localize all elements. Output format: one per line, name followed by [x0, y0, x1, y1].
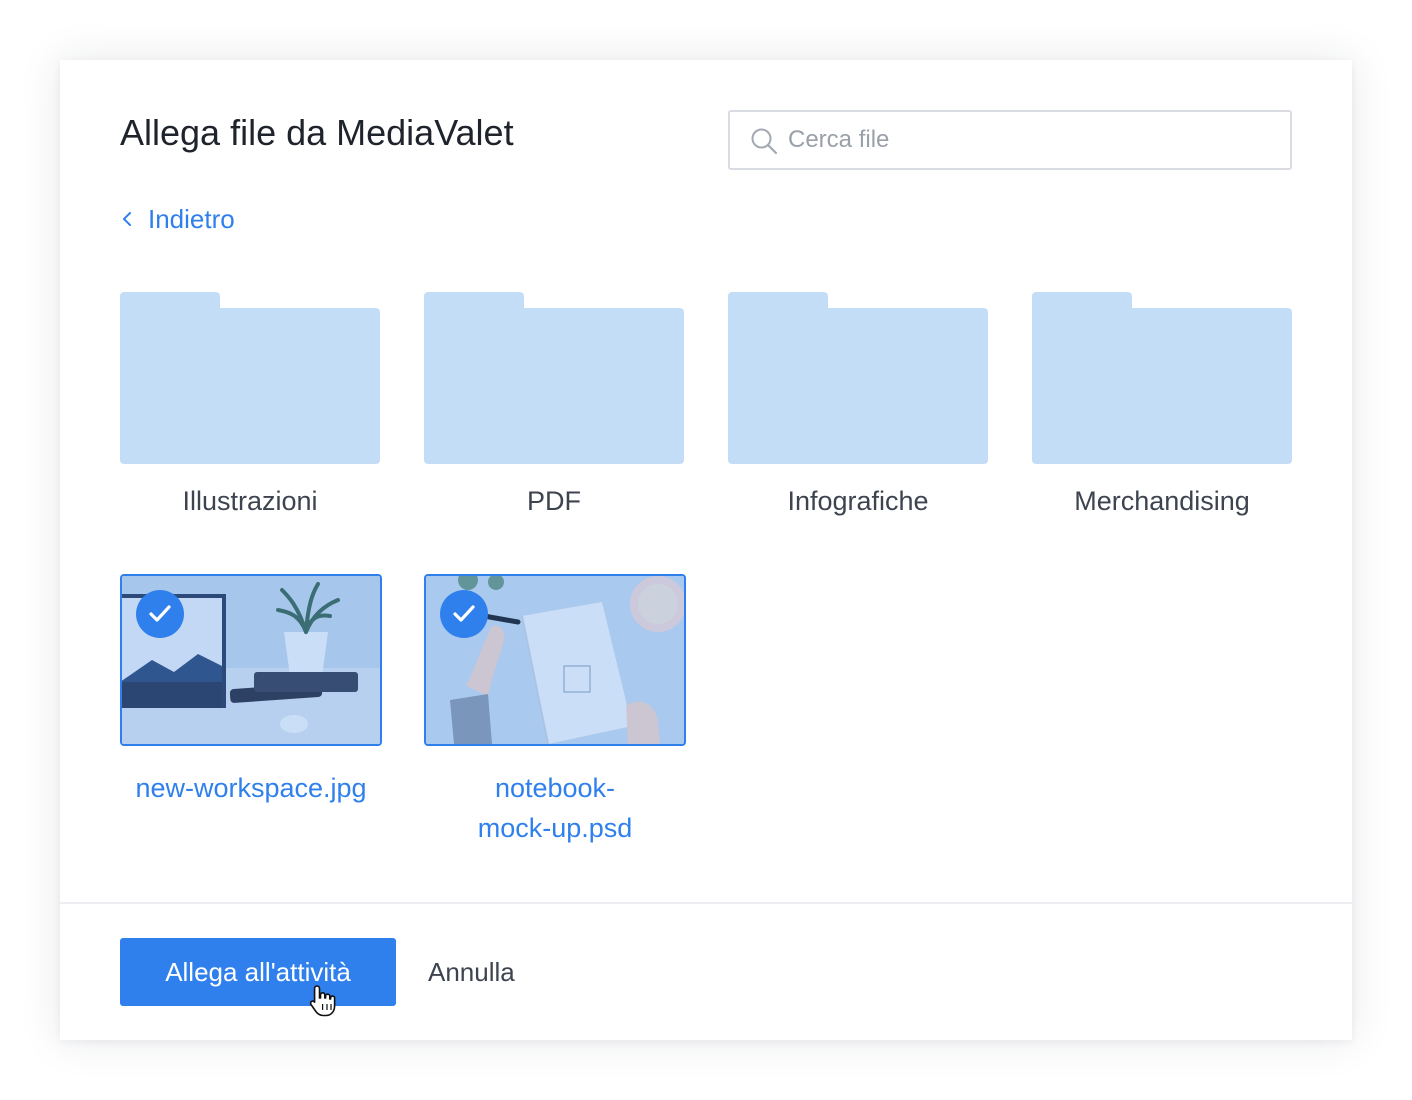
folder-item-illustrazioni[interactable]: Illustrazioni — [120, 292, 380, 517]
folder-icon — [120, 292, 380, 464]
folder-label: Illustrazioni — [182, 486, 318, 516]
search-icon — [751, 128, 778, 155]
selected-check-icon[interactable] — [136, 590, 184, 638]
hand-pointer-cursor-icon — [309, 985, 336, 1017]
attach-files-dialog: Allega file da MediaValet Indietro Illus… — [60, 60, 1352, 1040]
folder-icon — [424, 292, 684, 464]
back-link-label: Indietro — [148, 203, 235, 234]
search-input[interactable] — [788, 112, 1268, 168]
file-thumbnail — [120, 574, 382, 746]
file-name: notebook-mock-up.psd — [477, 773, 633, 843]
selected-check-icon[interactable] — [440, 590, 488, 638]
folder-label: Infografiche — [787, 486, 929, 516]
file-item-new-workspace[interactable]: new-workspace.jpg — [120, 574, 382, 808]
folder-label: Merchandising — [1074, 486, 1250, 516]
checkmark-icon — [149, 605, 171, 622]
folder-label: PDF — [527, 486, 581, 516]
search-box[interactable] — [728, 110, 1292, 170]
folder-item-infografiche[interactable]: Infografiche — [728, 292, 988, 517]
cancel-button[interactable]: Annulla — [428, 938, 515, 1006]
file-name: new-workspace.jpg — [135, 773, 367, 803]
attach-to-task-button[interactable]: Allega all'attività — [120, 938, 396, 1006]
checkmark-icon — [453, 605, 475, 622]
folder-icon — [728, 292, 988, 464]
dialog-title: Allega file da MediaValet — [120, 112, 514, 153]
back-link[interactable]: Indietro — [120, 202, 235, 236]
folder-icon — [1032, 292, 1292, 464]
folder-item-merchandising[interactable]: Merchandising — [1032, 292, 1292, 517]
footer-divider — [60, 902, 1352, 904]
chevron-left-icon — [123, 212, 131, 226]
folder-item-pdf[interactable]: PDF — [424, 292, 684, 517]
file-thumbnail — [424, 574, 686, 746]
file-item-notebook-mock-up[interactable]: notebook-mock-up.psd — [424, 574, 686, 848]
